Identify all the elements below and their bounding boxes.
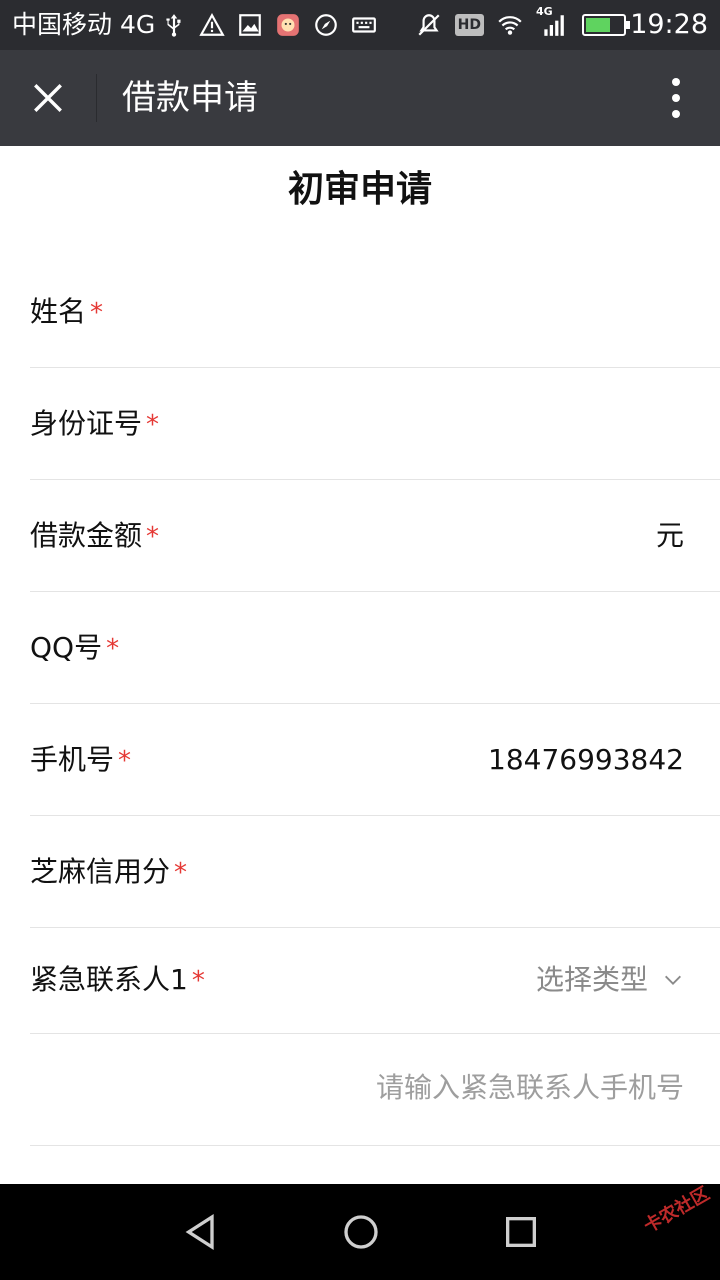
home-button[interactable] bbox=[337, 1208, 385, 1256]
recents-square-icon bbox=[506, 1217, 536, 1247]
more-dot-icon bbox=[672, 110, 680, 118]
navigation-bar: 卡农社区 bbox=[0, 1183, 720, 1280]
sesame-credit-field[interactable]: 芝麻信用分 * bbox=[30, 816, 720, 928]
chevron-down-icon bbox=[665, 975, 681, 985]
home-circle-icon bbox=[344, 1215, 378, 1249]
emergency-contact-phone-input[interactable]: 请输入紧急联系人手机号 bbox=[376, 1070, 684, 1106]
name-field[interactable]: 姓名 * bbox=[30, 256, 720, 368]
loan-amount-field[interactable]: 借款金额 * 元 bbox=[30, 480, 720, 592]
network-type-label: 4G bbox=[536, 5, 553, 18]
warning-icon bbox=[198, 11, 226, 39]
watermark: 卡农社区 bbox=[640, 1183, 714, 1238]
form-heading: 初审申请 bbox=[287, 169, 432, 210]
page-title: 借款申请 bbox=[122, 78, 258, 118]
back-button[interactable] bbox=[178, 1208, 226, 1256]
contact-type-select-label: 选择类型 bbox=[535, 963, 648, 996]
app-avatar-icon bbox=[274, 11, 302, 39]
signal-icon: 4G bbox=[536, 5, 570, 39]
qq-label: QQ号 * bbox=[30, 631, 120, 664]
phone-field[interactable]: 手机号 * 18476993842 bbox=[30, 704, 720, 816]
more-dot-icon bbox=[672, 94, 680, 102]
sesame-credit-label: 芝麻信用分 * bbox=[30, 855, 188, 888]
emergency-contact-type-field[interactable]: 紧急联系人1 * 选择类型 bbox=[30, 928, 720, 1034]
hd-badge: HD bbox=[454, 14, 484, 36]
id-number-field[interactable]: 身份证号 * bbox=[30, 368, 720, 480]
phone-label: 手机号 * bbox=[30, 743, 132, 776]
required-mark: * bbox=[146, 522, 160, 552]
close-icon bbox=[34, 84, 62, 112]
status-bar: 中国移动 4G HD 4G 19:28 bbox=[0, 0, 720, 50]
required-mark: * bbox=[118, 746, 132, 776]
qq-field[interactable]: QQ号 * bbox=[30, 592, 720, 704]
name-label: 姓名 * bbox=[30, 295, 104, 328]
mute-icon bbox=[415, 11, 443, 39]
title-bar: 借款申请 bbox=[0, 50, 720, 146]
emergency-contact-label: 紧急联系人1 * bbox=[30, 963, 205, 996]
emergency-contact-phone-field[interactable]: 请输入紧急联系人手机号 bbox=[30, 1034, 720, 1146]
more-dot-icon bbox=[672, 78, 680, 86]
id-number-label: 身份证号 * bbox=[30, 407, 160, 440]
battery-icon bbox=[582, 14, 630, 36]
loan-amount-label: 借款金额 * bbox=[30, 519, 160, 552]
more-menu-button[interactable] bbox=[660, 74, 692, 122]
title-divider bbox=[96, 74, 97, 122]
notification-icons bbox=[160, 10, 378, 40]
required-mark: * bbox=[90, 298, 104, 328]
form-content: 初审申请 姓名 * 身份证号 * 借款金额 * 元 QQ号 * 手机号 * 1847699… bbox=[0, 146, 720, 1184]
compass-icon bbox=[312, 11, 340, 39]
loan-amount-unit: 元 bbox=[655, 519, 684, 552]
required-mark: * bbox=[146, 410, 160, 440]
recents-button[interactable] bbox=[497, 1208, 545, 1256]
carrier-label: 中国移动 4G bbox=[12, 10, 156, 39]
phone-value: 18476993842 bbox=[488, 743, 684, 776]
required-mark: * bbox=[174, 858, 188, 888]
image-icon bbox=[236, 11, 264, 39]
required-mark: * bbox=[106, 634, 120, 664]
required-mark: * bbox=[191, 966, 205, 996]
system-icons: HD 4G bbox=[415, 5, 630, 40]
wifi-icon bbox=[496, 11, 524, 39]
back-triangle-icon bbox=[185, 1213, 214, 1251]
usb-icon bbox=[160, 11, 188, 39]
contact-type-select[interactable]: 选择类型 bbox=[536, 962, 684, 998]
clock: 19:28 bbox=[630, 9, 708, 40]
close-button[interactable] bbox=[24, 74, 72, 122]
keyboard-icon bbox=[350, 11, 378, 39]
